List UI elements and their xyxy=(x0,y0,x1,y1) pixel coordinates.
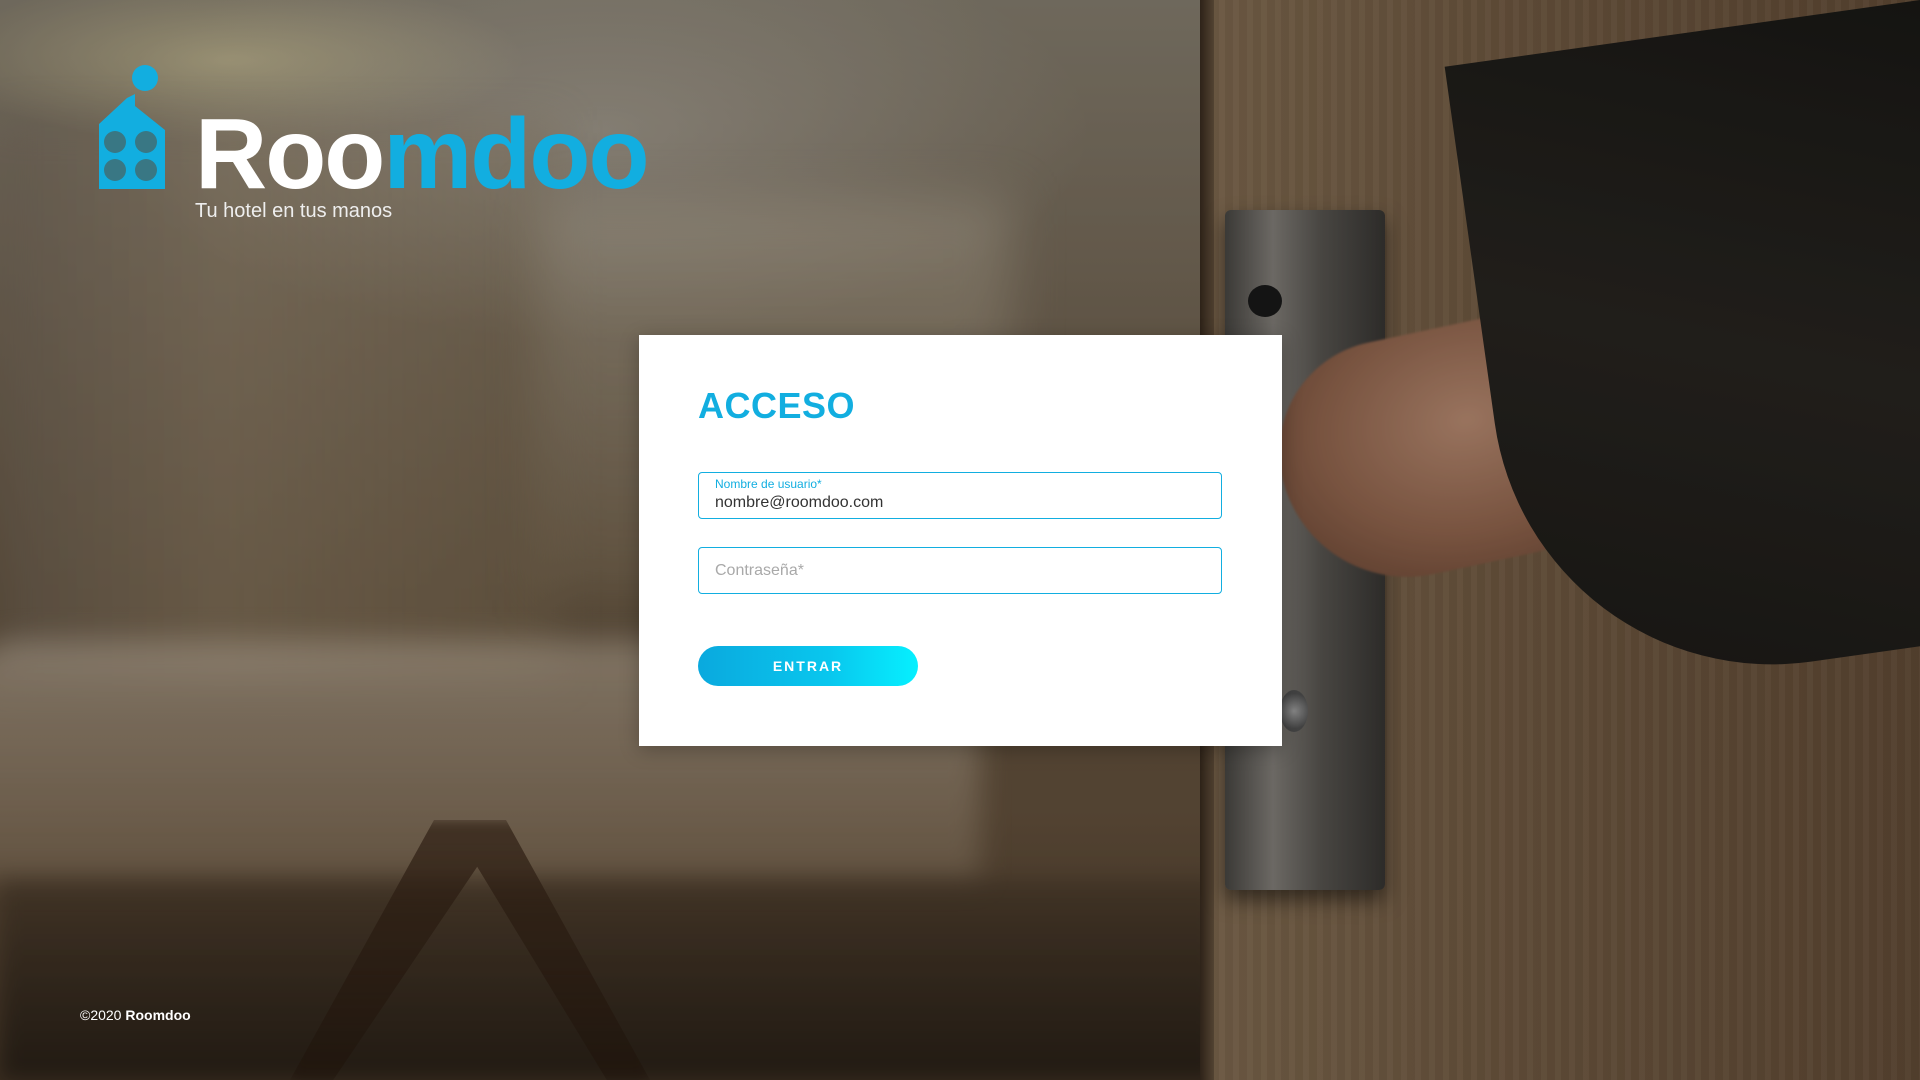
copyright-year: ©2020 xyxy=(80,1007,122,1023)
logo-wordmark: Roomdoo xyxy=(195,104,650,204)
login-card: ACCESO Nombre de usuario* ENTRAR xyxy=(639,335,1282,746)
password-input[interactable] xyxy=(715,562,1209,580)
enter-button[interactable]: ENTRAR xyxy=(698,646,918,686)
username-label: Nombre de usuario* xyxy=(715,477,822,491)
login-title: ACCESO xyxy=(698,385,856,426)
footer-brand: Roomdoo xyxy=(125,1007,191,1023)
username-field[interactable]: Nombre de usuario* xyxy=(698,472,1222,519)
tagline: Tu hotel en tus manos xyxy=(195,200,393,222)
hotel-logo-icon xyxy=(99,65,165,189)
password-field[interactable] xyxy=(698,547,1222,594)
username-input[interactable] xyxy=(715,494,1209,512)
footer-copyright: ©2020 Roomdoo xyxy=(80,1007,191,1023)
logo-wordmark-blue: mdoo xyxy=(383,98,649,210)
logo-wordmark-white: Roo xyxy=(195,98,385,210)
